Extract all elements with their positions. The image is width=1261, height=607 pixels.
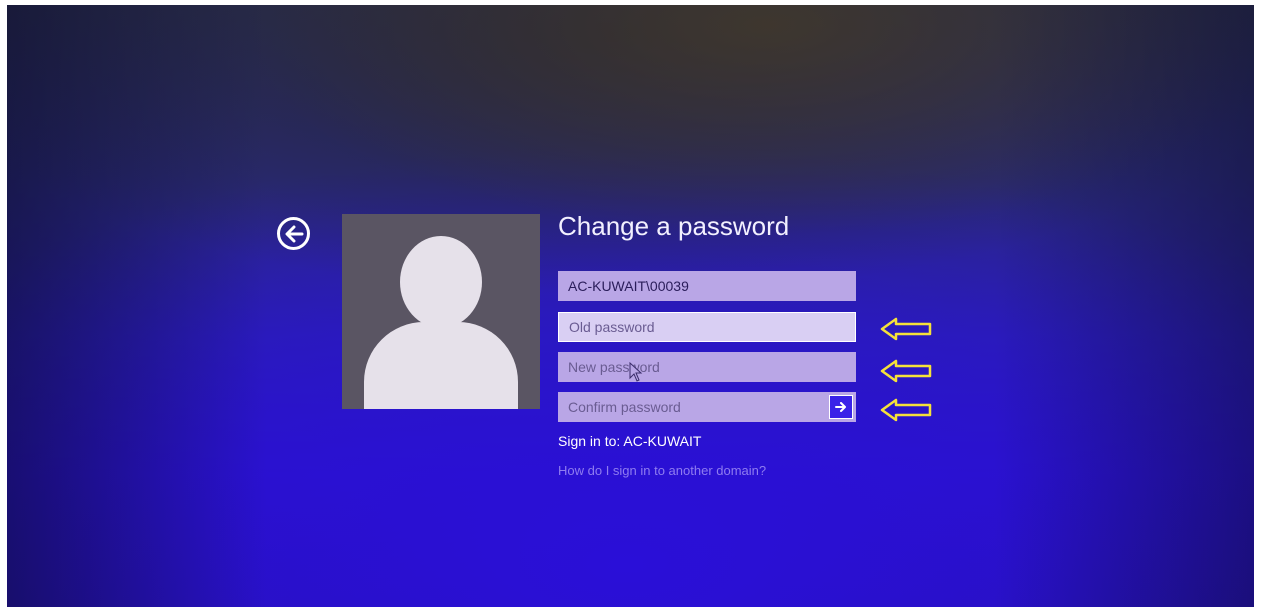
page-title: Change a password — [558, 211, 790, 241]
outlined-left-arrow-icon — [880, 398, 932, 422]
new-password-input[interactable] — [568, 359, 846, 375]
sign-in-domain-label: Sign in to: AC-KUWAIT — [558, 433, 702, 449]
account-field: AC-KUWAIT\00039 — [558, 271, 856, 301]
outlined-left-arrow-icon — [880, 317, 932, 341]
arrow-left-circle-icon — [285, 225, 303, 242]
confirm-password-input[interactable] — [568, 399, 818, 415]
old-password-input[interactable] — [569, 319, 845, 335]
confirm-password-field[interactable] — [558, 392, 856, 422]
user-silhouette-icon — [400, 236, 482, 328]
account-value: AC-KUWAIT\00039 — [568, 278, 689, 294]
outlined-left-arrow-icon — [880, 359, 932, 383]
avatar — [342, 214, 540, 409]
arrow-right-icon — [835, 402, 846, 412]
old-password-field[interactable] — [558, 312, 856, 342]
submit-button[interactable] — [829, 395, 853, 419]
another-domain-link[interactable]: How do I sign in to another domain? — [558, 463, 766, 478]
windows-lock-screen: Change a password AC-KUWAIT\00039 Sign i… — [7, 5, 1254, 607]
new-password-field[interactable] — [558, 352, 856, 382]
back-button[interactable] — [277, 217, 310, 250]
mouse-cursor-icon — [629, 362, 643, 382]
